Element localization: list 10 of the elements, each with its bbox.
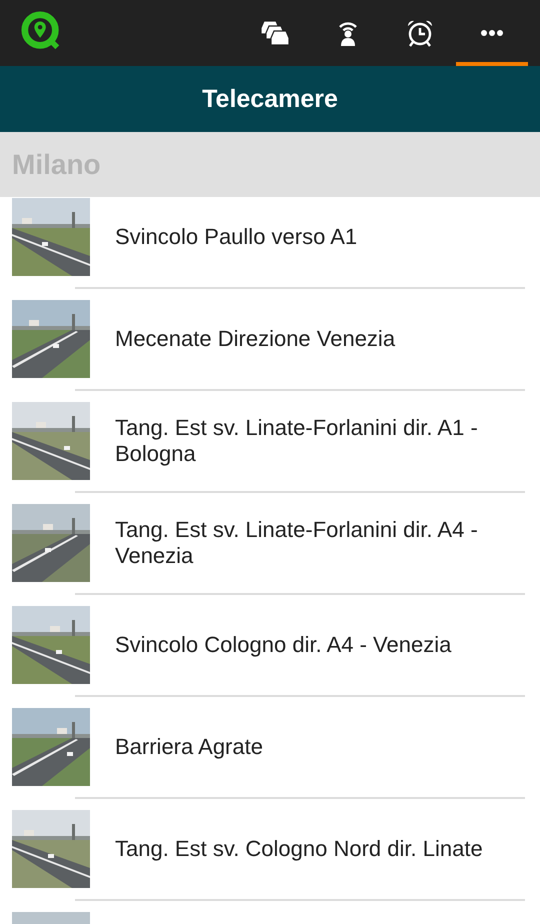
camera-name[interactable]: Svincolo Paullo verso A1: [115, 224, 358, 250]
camera-name[interactable]: Tang. Est sv. Linate-Forlanini dir. A1 - Bologna: [115, 414, 510, 468]
alarm-clock-icon: [405, 18, 435, 48]
more-icon: [480, 29, 504, 37]
camera-name[interactable]: Barriera Agrate: [115, 734, 263, 760]
page-title: Telecamere: [202, 84, 338, 114]
camera-name[interactable]: Tang. Est sv. Cologno Nord dir. Linate: [115, 836, 483, 862]
camera-name[interactable]: Svincolo Cologno dir. A4 - Venezia: [115, 632, 452, 658]
camera-name[interactable]: Mecenate Direzione Venezia: [115, 326, 396, 352]
camera-name[interactable]: Tang. Est sv. Linate-Forlanini dir. A4 - Venezia: [115, 516, 510, 570]
